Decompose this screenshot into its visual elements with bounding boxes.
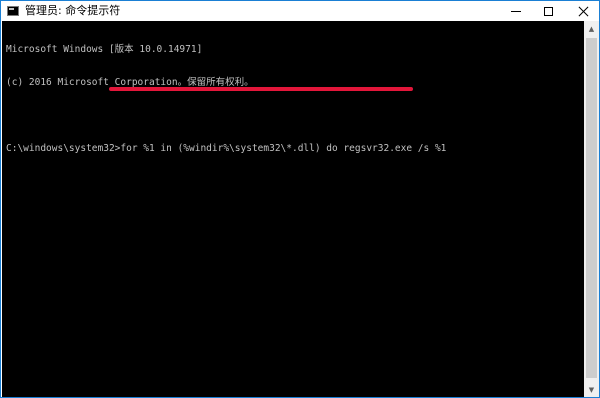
window-title: 管理员: 命令提示符 (25, 4, 121, 17)
close-button[interactable] (567, 1, 599, 21)
console-window: 管理员: 命令提示符 Microsoft Windows [版本 10.0.14… (0, 0, 600, 398)
maximize-icon (543, 6, 553, 16)
console-line-blank (6, 110, 446, 121)
close-icon (578, 6, 589, 17)
scroll-up-button[interactable]: ▲ (584, 21, 599, 36)
minimize-icon (511, 10, 521, 12)
title-bar[interactable]: 管理员: 命令提示符 (1, 1, 599, 21)
scrollbar-thumb[interactable] (586, 38, 597, 378)
console-line-version: Microsoft Windows [版本 10.0.14971] (6, 44, 203, 55)
cmd-icon[interactable] (7, 6, 19, 16)
vertical-scrollbar[interactable]: ▲ ▼ (584, 21, 599, 397)
command-prompt: C:\windows\system32> (6, 143, 121, 154)
maximize-button[interactable] (535, 1, 561, 21)
minimize-button[interactable] (503, 1, 529, 21)
console-line-command: C:\windows\system32>for %1 in (%windir%\… (6, 143, 446, 154)
scroll-down-button[interactable]: ▼ (584, 382, 599, 397)
highlight-underline (109, 87, 413, 91)
console-output[interactable]: Microsoft Windows [版本 10.0.14971] (c) 20… (2, 21, 584, 397)
command-text: for %1 in (%windir%\system32\*.dll) do r… (120, 143, 447, 154)
